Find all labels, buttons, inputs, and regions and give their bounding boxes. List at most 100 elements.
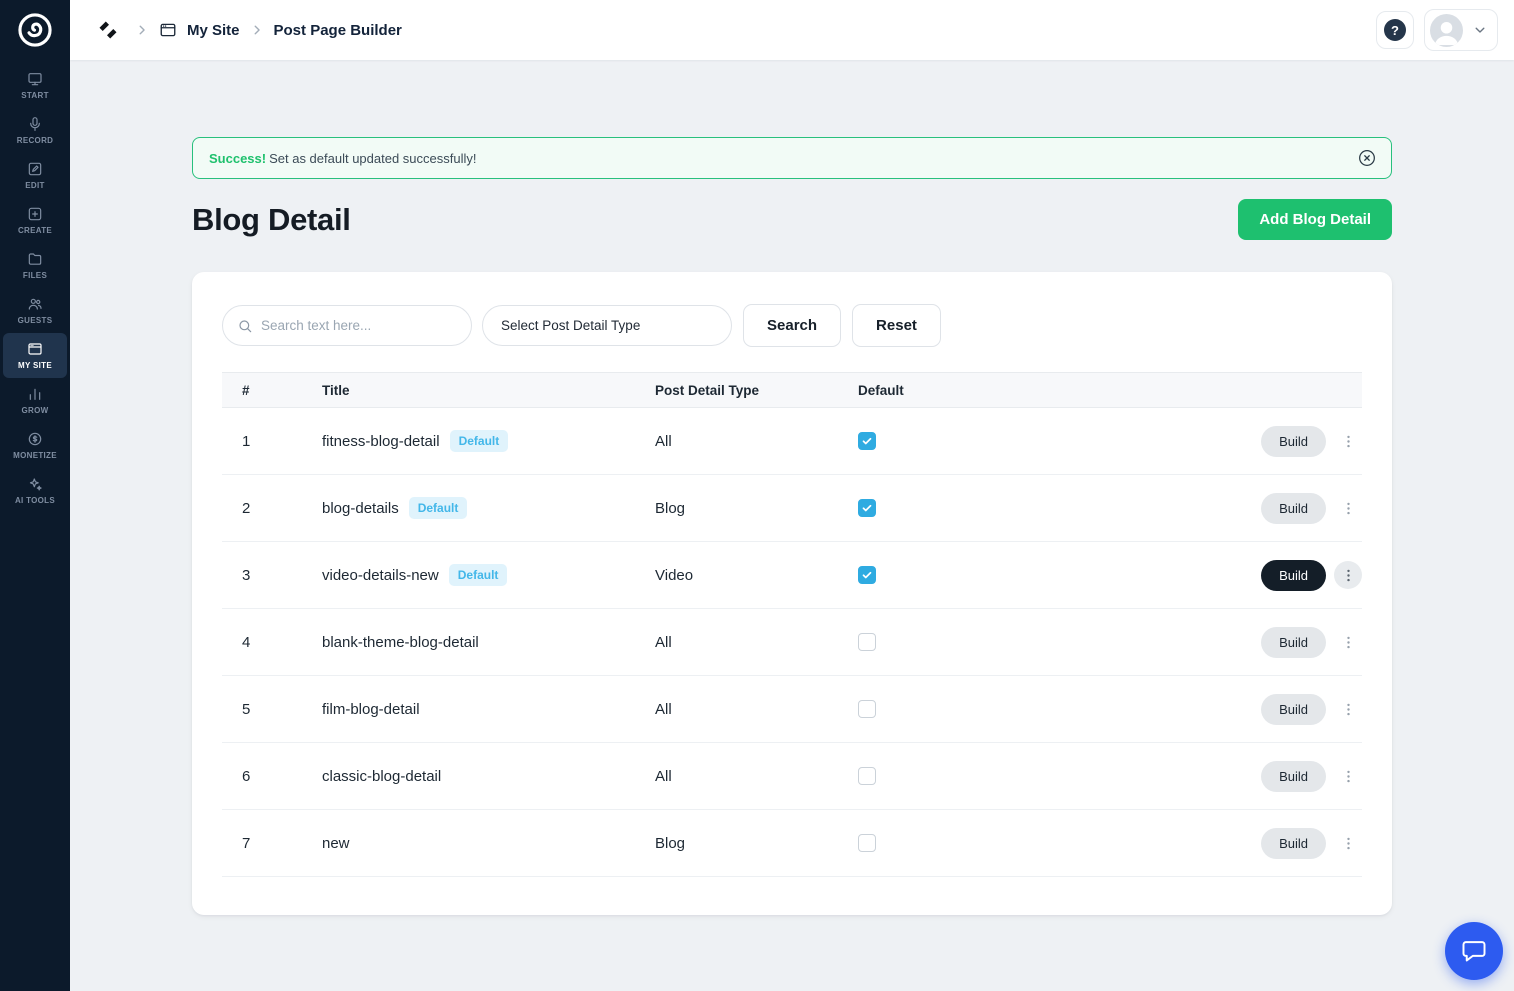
sidebar-nav: START RECORD EDIT CREATEFILESGUESTS MY SITE G… — [3, 63, 67, 513]
default-checkbox[interactable] — [858, 633, 876, 651]
dots-vertical-icon — [1340, 567, 1357, 584]
row-default-cell — [858, 566, 1214, 584]
main-area: My Site Post Page Builder ? Success!Set … — [70, 0, 1514, 991]
sparkle-icon — [27, 476, 43, 492]
search-button[interactable]: Search — [743, 304, 841, 347]
page-title: Blog Detail — [192, 202, 351, 238]
build-button[interactable]: Build — [1261, 694, 1326, 725]
reset-button[interactable]: Reset — [852, 304, 941, 347]
sidebar-item-my-site[interactable]: MY SITE — [3, 333, 67, 378]
kebab-menu-icon[interactable] — [1334, 427, 1362, 455]
filter-bar: Select Post Detail Type Search Reset — [222, 304, 1362, 347]
check-icon — [861, 569, 873, 581]
content: Success!Set as default updated successfu… — [70, 60, 1514, 991]
row-default-cell — [858, 834, 1214, 852]
add-blog-detail-button[interactable]: Add Blog Detail — [1238, 199, 1392, 240]
row-actions: Build — [1214, 560, 1362, 591]
default-checkbox[interactable] — [858, 767, 876, 785]
row-post-detail-type: All — [655, 433, 858, 450]
column-header-default: Default — [858, 383, 1214, 398]
row-post-detail-type: Blog — [655, 835, 858, 852]
post-detail-type-select[interactable]: Select Post Detail Type — [482, 305, 732, 346]
row-title-cell: new — [322, 835, 655, 852]
brand-logo-icon[interactable] — [96, 18, 120, 42]
site-window-icon — [159, 21, 177, 39]
build-button[interactable]: Build — [1261, 828, 1326, 859]
table-row: 1fitness-blog-detailDefaultAllBuild — [222, 408, 1362, 475]
sidebar-item-create[interactable]: CREATE — [3, 198, 67, 243]
default-checkbox[interactable] — [858, 432, 876, 450]
sidebar-item-label: RECORD — [17, 136, 53, 145]
blog-detail-table: # Title Post Detail Type Default 1fitnes… — [222, 372, 1362, 877]
sidebar-item-grow[interactable]: GROW — [3, 378, 67, 423]
dots-vertical-icon — [1340, 500, 1357, 517]
sidebar-item-edit[interactable]: EDIT — [3, 153, 67, 198]
row-post-detail-type: Blog — [655, 500, 858, 517]
build-button[interactable]: Build — [1261, 560, 1326, 591]
row-actions: Build — [1214, 426, 1362, 457]
kebab-menu-icon[interactable] — [1334, 628, 1362, 656]
row-title: new — [322, 835, 350, 852]
help-button[interactable]: ? — [1376, 11, 1414, 49]
sidebar-item-ai-tools[interactable]: AI TOOLS — [3, 468, 67, 513]
row-title: classic-blog-detail — [322, 768, 441, 785]
sidebar-item-guests[interactable]: GUESTS — [3, 288, 67, 333]
build-button[interactable]: Build — [1261, 493, 1326, 524]
table-row: 2blog-detailsDefaultBlogBuild — [222, 475, 1362, 542]
row-default-cell — [858, 767, 1214, 785]
kebab-menu-icon[interactable] — [1334, 829, 1362, 857]
column-header-title: Title — [322, 383, 655, 398]
build-button[interactable]: Build — [1261, 761, 1326, 792]
row-default-cell — [858, 633, 1214, 651]
row-index: 7 — [222, 835, 322, 852]
sidebar-item-record[interactable]: RECORD — [3, 108, 67, 153]
chevron-right-icon — [250, 23, 264, 37]
row-title-cell: classic-blog-detail — [322, 768, 655, 785]
sidebar-item-start[interactable]: START — [3, 63, 67, 108]
row-post-detail-type: All — [655, 768, 858, 785]
kebab-menu-icon[interactable] — [1334, 695, 1362, 723]
chart-icon — [27, 386, 43, 402]
question-icon: ? — [1384, 19, 1406, 41]
create-icon — [27, 206, 43, 222]
check-icon — [861, 435, 873, 447]
row-title: blog-details — [322, 500, 399, 517]
row-post-detail-type: All — [655, 634, 858, 651]
app-root: START RECORD EDIT CREATEFILESGUESTS MY SITE G… — [0, 0, 1514, 991]
default-checkbox[interactable] — [858, 499, 876, 517]
chat-fab-button[interactable] — [1445, 922, 1503, 980]
kebab-menu-icon[interactable] — [1334, 561, 1362, 589]
default-badge: Default — [449, 564, 508, 586]
search-input[interactable] — [261, 318, 457, 333]
breadcrumb-my-site[interactable]: My Site — [187, 22, 240, 39]
sidebar-item-files[interactable]: FILES — [3, 243, 67, 288]
row-actions: Build — [1214, 828, 1362, 859]
row-title: blank-theme-blog-detail — [322, 634, 479, 651]
app-logo-icon[interactable] — [14, 9, 56, 51]
breadcrumb: My Site Post Page Builder — [96, 18, 402, 42]
chat-icon — [1461, 938, 1487, 964]
kebab-menu-icon[interactable] — [1334, 494, 1362, 522]
dots-vertical-icon — [1340, 433, 1357, 450]
column-header-type: Post Detail Type — [655, 383, 858, 398]
row-title-cell: blog-detailsDefault — [322, 497, 655, 519]
check-icon — [861, 502, 873, 514]
search-icon — [237, 318, 253, 334]
page-header: Blog Detail Add Blog Detail — [192, 199, 1392, 240]
kebab-menu-icon[interactable] — [1334, 762, 1362, 790]
default-checkbox[interactable] — [858, 834, 876, 852]
default-checkbox[interactable] — [858, 700, 876, 718]
build-button[interactable]: Build — [1261, 426, 1326, 457]
build-button[interactable]: Build — [1261, 627, 1326, 658]
sidebar-item-label: EDIT — [25, 181, 44, 190]
close-icon[interactable] — [1357, 148, 1377, 168]
default-checkbox[interactable] — [858, 566, 876, 584]
breadcrumb-current-page: Post Page Builder — [274, 22, 402, 39]
sidebar-item-label: MY SITE — [18, 361, 52, 370]
alert-title: Success! — [209, 151, 266, 166]
dots-vertical-icon — [1340, 701, 1357, 718]
sidebar-item-monetize[interactable]: MONETIZE — [3, 423, 67, 468]
table-row: 5film-blog-detailAllBuild — [222, 676, 1362, 743]
sidebar: START RECORD EDIT CREATEFILESGUESTS MY SITE G… — [0, 0, 70, 991]
account-menu-button[interactable] — [1424, 9, 1498, 51]
